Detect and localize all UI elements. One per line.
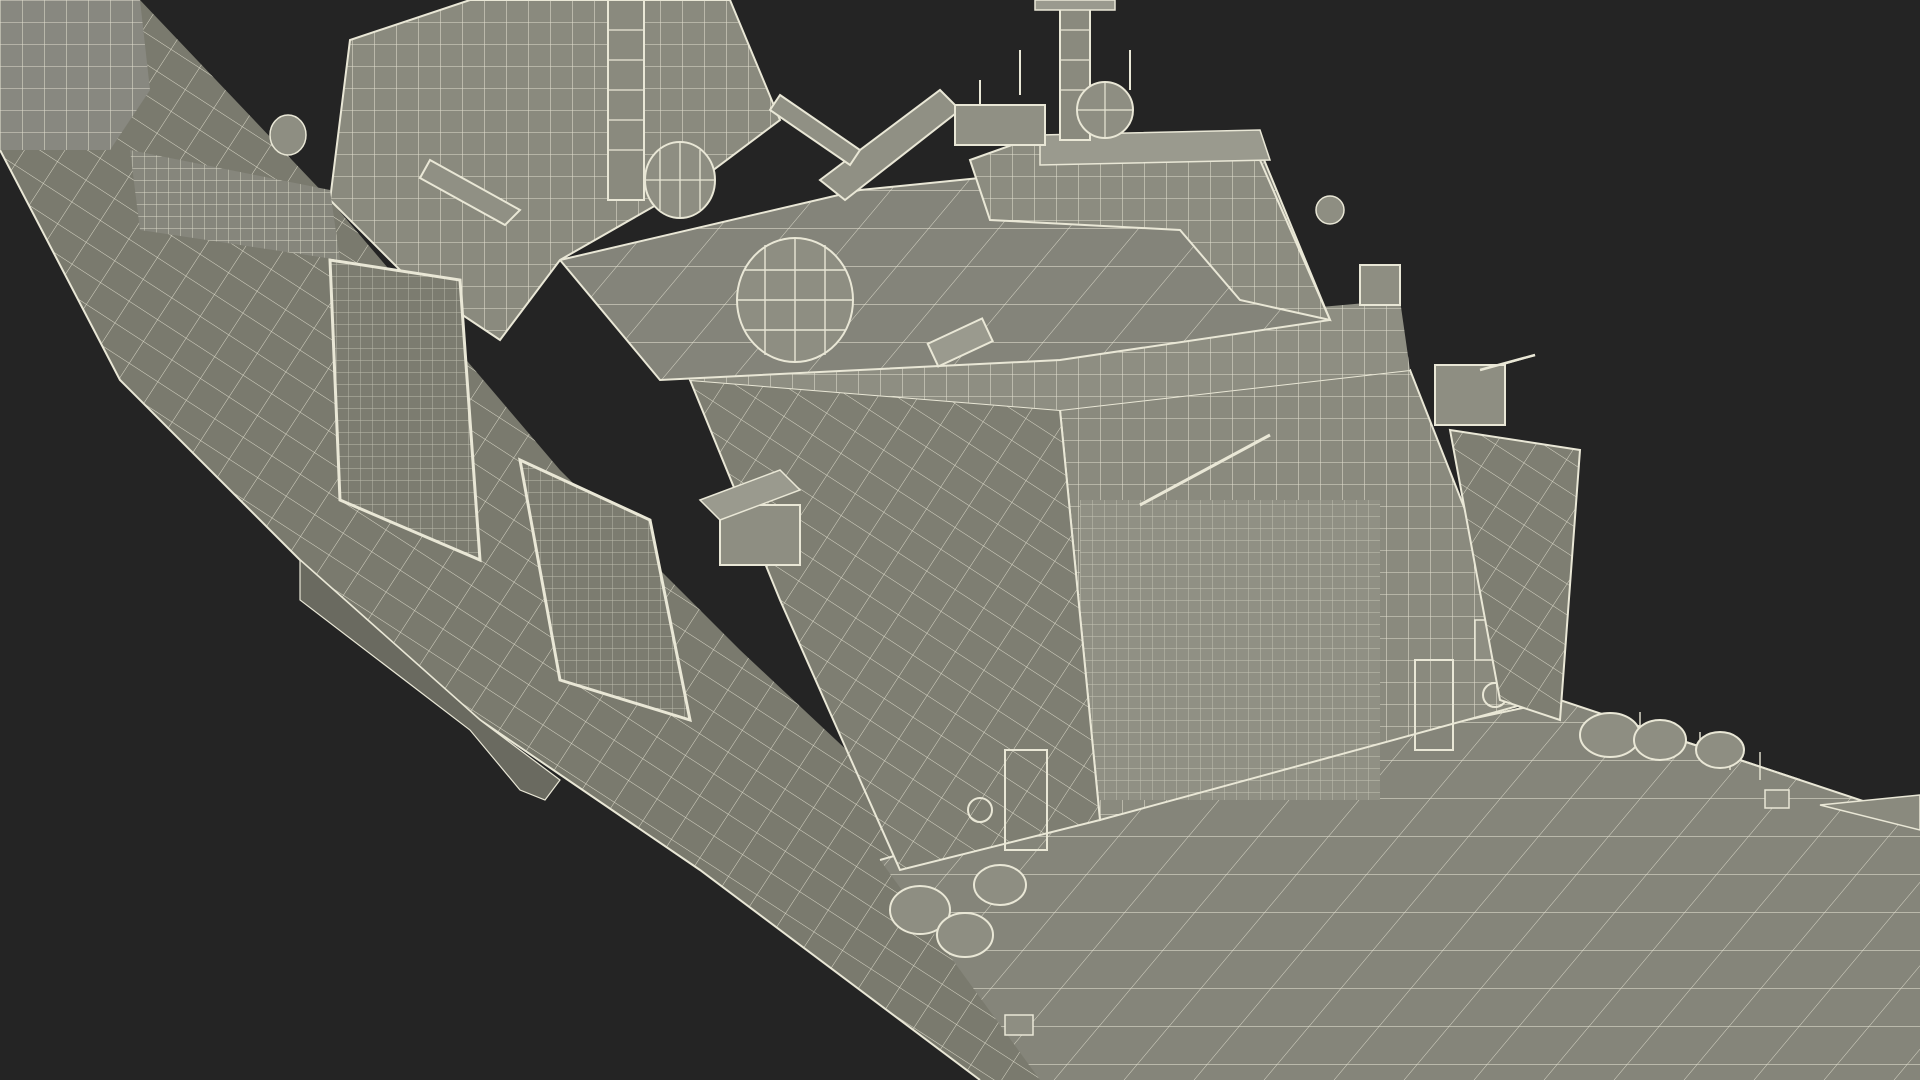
render-viewport [0,0,1920,1080]
ship-wireframe-svg [0,0,1920,1080]
